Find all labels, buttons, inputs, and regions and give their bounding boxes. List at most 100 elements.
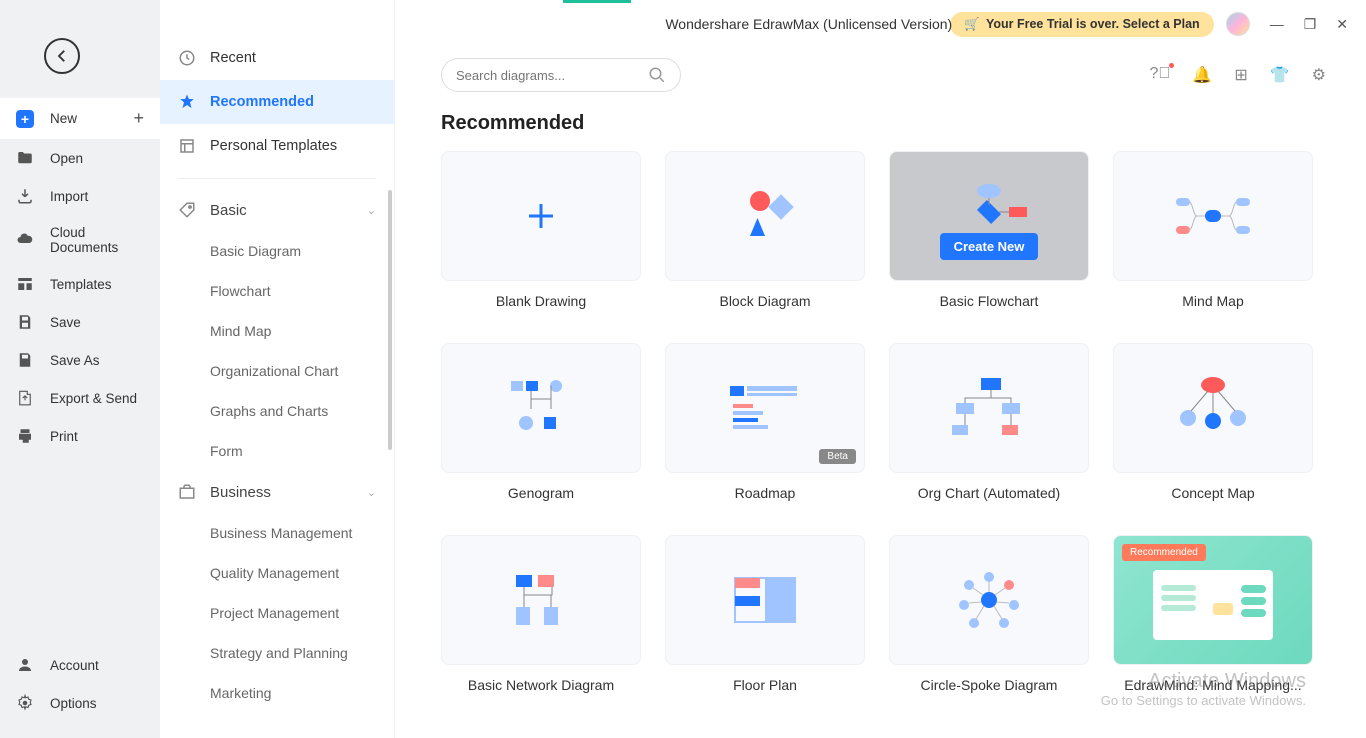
nav-options[interactable]: Options [0, 684, 160, 722]
create-new-button[interactable]: Create New [940, 233, 1039, 260]
nav-export-send[interactable]: Export & Send [0, 379, 160, 417]
clock-icon [178, 49, 196, 67]
card-basic-network[interactable]: Basic Network Diagram [441, 535, 641, 703]
sub-marketing[interactable]: Marketing [160, 673, 394, 713]
maximize-button[interactable]: ❐ [1304, 16, 1317, 33]
template-grid: Blank Drawing Block Diagram Create New B… [441, 151, 1326, 703]
sub-quality-management[interactable]: Quality Management [160, 553, 394, 593]
minimize-button[interactable]: — [1270, 16, 1284, 33]
star-icon [178, 93, 196, 111]
tool-icons: ?⃝ 🔔 ⊞ 👕 ⚙ [1150, 65, 1327, 85]
nav-save-as[interactable]: Save As [0, 341, 160, 379]
nav-label: Templates [50, 277, 112, 292]
sub-mind-map[interactable]: Mind Map [160, 311, 394, 351]
sub-project-management[interactable]: Project Management [160, 593, 394, 633]
card-label: Blank Drawing [441, 293, 641, 319]
trial-text: Your Free Trial is over. Select a Plan [986, 17, 1200, 31]
title-accent [563, 0, 631, 3]
card-roadmap[interactable]: Beta Roadmap [665, 343, 865, 511]
card-label: Roadmap [665, 485, 865, 511]
tag-icon [178, 201, 196, 219]
card-label: EdrawMind: Mind Mapping... [1113, 677, 1313, 703]
bell-icon[interactable]: 🔔 [1192, 65, 1212, 85]
apps-icon[interactable]: ⊞ [1234, 65, 1247, 85]
mid-recent[interactable]: Recent [160, 36, 394, 80]
content: Recommended Blank Drawing Block Diagram … [395, 112, 1366, 738]
card-concept-map[interactable]: Concept Map [1113, 343, 1313, 511]
help-icon[interactable]: ?⃝ [1150, 65, 1171, 85]
titlebar: Wondershare EdrawMax (Unlicensed Version… [395, 0, 1366, 48]
card-mind-map[interactable]: Mind Map [1113, 151, 1313, 319]
section-title: Recommended [441, 112, 1326, 135]
cart-icon: 🛒 [964, 17, 980, 32]
nav-save[interactable]: Save [0, 303, 160, 341]
sidebar-left: + New + Open Import Cloud Documents Temp… [0, 0, 160, 738]
settings-icon[interactable]: ⚙ [1312, 65, 1326, 85]
card-floor-plan[interactable]: Floor Plan [665, 535, 865, 703]
sub-basic-diagram[interactable]: Basic Diagram [160, 231, 394, 271]
cat-business[interactable]: Business ⌄ [160, 471, 394, 513]
sub-strategy-planning[interactable]: Strategy and Planning [160, 633, 394, 673]
card-label: Basic Network Diagram [441, 677, 641, 703]
nav-label: Save As [50, 353, 100, 368]
sub-flowchart[interactable]: Flowchart [160, 271, 394, 311]
card-label: Org Chart (Automated) [889, 485, 1089, 511]
nav-templates[interactable]: Templates [0, 265, 160, 303]
card-label: Circle-Spoke Diagram [889, 677, 1089, 703]
print-icon [16, 427, 34, 445]
template-icon [178, 137, 196, 155]
card-basic-flowchart[interactable]: Create New Basic Flowchart [889, 151, 1089, 319]
avatar[interactable] [1226, 12, 1250, 36]
search-box[interactable] [441, 58, 681, 92]
nav-cloud-documents[interactable]: Cloud Documents [0, 215, 160, 265]
card-blank-drawing[interactable]: Blank Drawing [441, 151, 641, 319]
nav-open[interactable]: Open [0, 139, 160, 177]
save-icon [16, 313, 34, 331]
card-genogram[interactable]: Genogram [441, 343, 641, 511]
nav-label: Export & Send [50, 391, 137, 406]
card-org-chart[interactable]: Org Chart (Automated) [889, 343, 1089, 511]
nav-account[interactable]: Account [0, 646, 160, 684]
nav-label: Options [50, 696, 97, 711]
card-edrawmind[interactable]: Recommended EdrawMind: Mind Mapping... [1113, 535, 1313, 703]
search-input[interactable] [456, 68, 648, 83]
mid-personal-templates[interactable]: Personal Templates [160, 124, 394, 168]
mid-recommended[interactable]: Recommended [160, 80, 394, 124]
sub-graphs-charts[interactable]: Graphs and Charts [160, 391, 394, 431]
sub-business-management[interactable]: Business Management [160, 513, 394, 553]
card-label: Floor Plan [665, 677, 865, 703]
shirt-icon[interactable]: 👕 [1270, 65, 1290, 85]
nav-import[interactable]: Import [0, 177, 160, 215]
folder-icon [16, 149, 34, 167]
nav-label: Cloud Documents [50, 225, 144, 255]
nav-label: Save [50, 315, 81, 330]
beta-badge: Beta [819, 449, 856, 464]
gear-icon [16, 694, 34, 712]
cat-basic[interactable]: Basic ⌄ [160, 189, 394, 231]
plus-badge-icon: + [16, 110, 34, 128]
nav-print[interactable]: Print [0, 417, 160, 455]
recommended-badge: Recommended [1122, 544, 1206, 561]
nav-new[interactable]: + New + [0, 98, 160, 139]
mid-label: Recommended [210, 94, 314, 110]
plus-icon[interactable]: + [133, 108, 144, 129]
cloud-icon [16, 231, 34, 249]
close-button[interactable]: ✕ [1336, 16, 1348, 33]
card-label: Concept Map [1113, 485, 1313, 511]
toolbar: ?⃝ 🔔 ⊞ 👕 ⚙ [395, 48, 1366, 112]
search-icon[interactable] [648, 66, 666, 84]
app-title: Wondershare EdrawMax (Unlicensed Version… [665, 16, 952, 32]
trial-banner[interactable]: 🛒 Your Free Trial is over. Select a Plan [950, 12, 1213, 37]
card-block-diagram[interactable]: Block Diagram [665, 151, 865, 319]
card-circle-spoke[interactable]: Circle-Spoke Diagram [889, 535, 1089, 703]
account-icon [16, 656, 34, 674]
export-icon [16, 389, 34, 407]
card-label: Mind Map [1113, 293, 1313, 319]
window-controls: — ❐ ✕ [1270, 16, 1348, 33]
mid-label: Personal Templates [210, 138, 337, 154]
sub-organizational-chart[interactable]: Organizational Chart [160, 351, 394, 391]
back-button[interactable] [44, 38, 80, 74]
cat-label: Basic [210, 202, 247, 219]
nav-label: Print [50, 429, 78, 444]
sub-form[interactable]: Form [160, 431, 394, 471]
